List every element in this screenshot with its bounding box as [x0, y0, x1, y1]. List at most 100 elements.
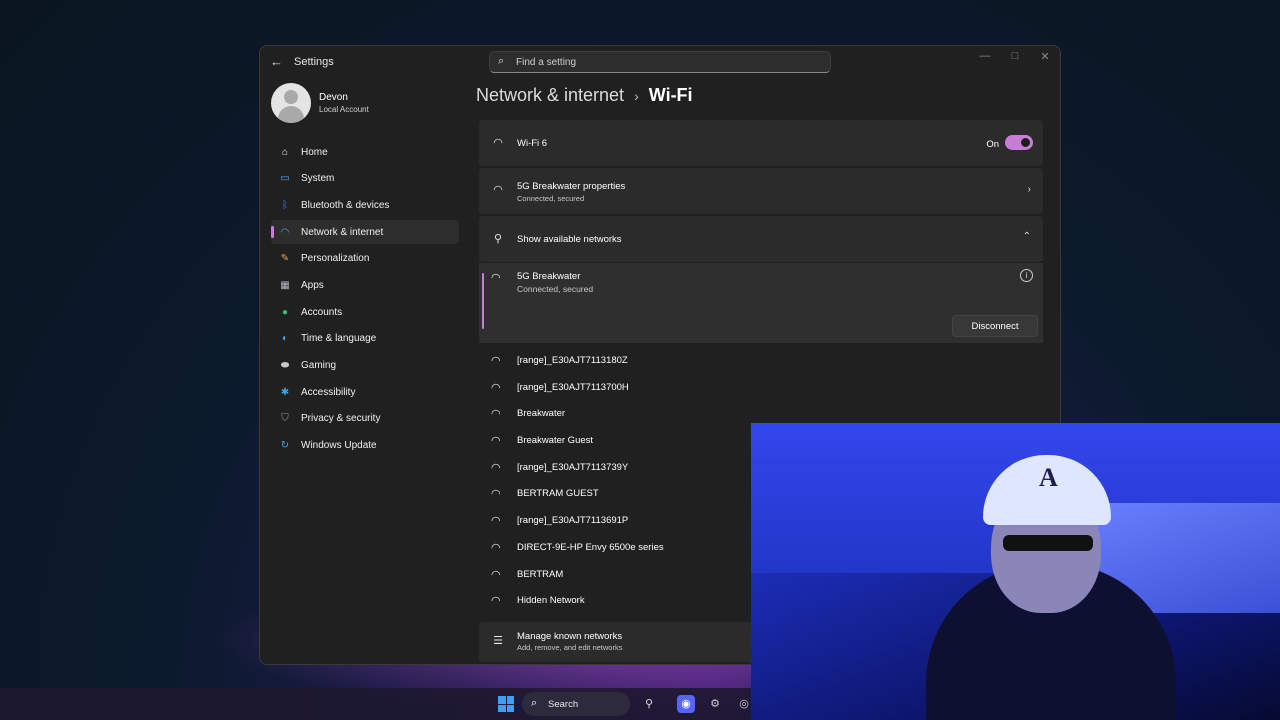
display-icon: ▭	[280, 173, 290, 185]
show-networks-label: Show available networks	[517, 234, 622, 245]
sidebar-item-label: Home	[301, 146, 328, 158]
toggle-state-label: On	[986, 139, 999, 150]
close-button[interactable]: ✕	[1030, 50, 1060, 66]
wifi-secured-icon: ◠	[493, 184, 503, 196]
minimize-button[interactable]: —	[970, 50, 1000, 66]
wifi-toggle-switch[interactable]	[1005, 135, 1033, 150]
accessibility-icon: ✱	[280, 386, 290, 398]
app-title: Settings	[294, 56, 334, 68]
sidebar-item-accounts[interactable]: ● Accounts	[271, 300, 459, 324]
sidebar-item-home[interactable]: ⌂ Home	[271, 140, 459, 164]
list-icon: ☰	[493, 635, 503, 647]
show-networks-card[interactable]: ⚲ Show available networks ⌃	[479, 216, 1043, 262]
sidebar-item-apps[interactable]: ▦ Apps	[271, 273, 459, 297]
sidebar-item-gaming[interactable]: ⬬ Gaming	[271, 354, 459, 378]
maximize-button[interactable]: □	[1000, 50, 1030, 66]
manage-title: Manage known networks	[517, 631, 623, 642]
globe-icon: ◐	[281, 333, 289, 345]
sidebar-item-time-language[interactable]: ◐ Time & language	[271, 327, 459, 351]
taskbar: ⌕ Search ⚲ ◉ ⚙ ◎	[0, 688, 751, 720]
sidebar-item-label: Apps	[301, 279, 324, 291]
wifi-icon: ◠	[280, 226, 290, 238]
sidebar-item-network-internet[interactable]: ◠ Network & internet	[271, 220, 459, 245]
sidebar-item-accessibility[interactable]: ✱ Accessibility	[271, 380, 459, 404]
search-icon: ⌕	[531, 697, 538, 709]
sidebar-item-label: Privacy & security	[301, 413, 381, 425]
info-icon[interactable]: i	[1020, 269, 1033, 282]
chevron-up-icon: ⌃	[1022, 231, 1031, 242]
user-name: Devon	[319, 92, 348, 103]
network-name: [range]_E30AJT7113700H	[517, 381, 629, 393]
user-profile[interactable]: Devon Local Account	[271, 83, 461, 123]
search-icon: ⌕	[498, 55, 505, 67]
properties-title: 5G Breakwater properties	[517, 181, 626, 192]
account-type: Local Account	[319, 105, 369, 114]
network-name: [range]_E30AJT7113739Y	[517, 461, 629, 473]
brush-icon: ✎	[280, 253, 290, 265]
wifi-icon: ◠	[491, 435, 501, 448]
wifi-icon: ◠	[491, 595, 501, 608]
wifi-toggle-card: ◠ Wi-Fi 6 On	[479, 120, 1043, 166]
wifi-icon: ◠	[491, 515, 501, 528]
network-name: DIRECT-9E-HP Envy 6500e series	[517, 541, 664, 553]
sidebar-item-label: Bluetooth & devices	[301, 199, 390, 211]
sidebar-item-system[interactable]: ▭ System	[271, 167, 459, 191]
manage-subtitle: Add, remove, and edit networks	[517, 643, 623, 652]
wifi-icon: ◠	[491, 461, 501, 474]
search-input[interactable]	[516, 54, 816, 70]
sidebar-item-label: System	[301, 173, 335, 185]
selection-indicator	[482, 273, 484, 329]
discord-icon[interactable]: ◉	[677, 695, 695, 713]
network-name: Breakwater	[517, 408, 566, 420]
network-name: BERTRAM	[517, 568, 564, 580]
network-list-item[interactable]: ◠ [range]_E30AJT7113180Z	[479, 347, 1043, 374]
gear-icon[interactable]: ⚙	[706, 695, 724, 713]
webcam-overlay: A	[751, 423, 1280, 720]
gamepad-icon: ⬬	[280, 360, 290, 371]
wifi-icon: ◠	[491, 355, 501, 367]
connected-network-item[interactable]: ◠ 5G Breakwater Connected, secured i Dis…	[479, 263, 1043, 343]
page-title: Wi-Fi	[648, 85, 693, 105]
sidebar-item-personalization[interactable]: ✎ Personalization	[271, 247, 459, 271]
chevron-right-icon: ›	[1027, 184, 1031, 195]
avatar	[271, 83, 311, 123]
breadcrumb-root[interactable]: Network & internet	[476, 85, 624, 105]
sidebar-item-label: Windows Update	[301, 440, 377, 452]
sidebar-item-label: Accounts	[301, 306, 343, 318]
network-name: [range]_E30AJT7113180Z	[517, 355, 628, 366]
apps-icon: ▦	[280, 279, 290, 291]
wifi-icon: ◠	[491, 541, 501, 554]
app-pin-icon[interactable]: ⚲	[640, 695, 658, 713]
sidebar-item-privacy-security[interactable]: ⛉ Privacy & security	[271, 407, 459, 431]
taskbar-search[interactable]: ⌕ Search	[522, 692, 630, 716]
connected-network-name: 5G Breakwater	[517, 271, 581, 282]
breadcrumb-separator-icon: ›	[634, 88, 639, 104]
network-name: BERTRAM GUEST	[517, 488, 599, 500]
start-button[interactable]	[498, 696, 514, 712]
person-icon: ●	[281, 306, 289, 318]
wifi-icon: ◠	[493, 137, 503, 149]
sidebar-nav: ⌂ Home ▭ System ᛒ Bluetooth & devices ◠ Network…	[271, 140, 459, 460]
sidebar-item-bluetooth-devices[interactable]: ᛒ Bluetooth & devices	[271, 193, 459, 217]
disconnect-button[interactable]: Disconnect	[952, 315, 1038, 337]
wifi-icon: ◠	[491, 381, 501, 394]
antenna-icon: ⚲	[493, 233, 503, 245]
sidebar-item-label: Accessibility	[301, 386, 356, 398]
sidebar-item-label: Personalization	[301, 253, 370, 265]
back-arrow-icon[interactable]: ←	[270, 54, 286, 70]
sidebar-item-windows-update[interactable]: ↻ Windows Update	[271, 434, 459, 458]
search-box[interactable]: ⌕	[489, 51, 831, 73]
network-list-item[interactable]: ◠ [range]_E30AJT7113700H	[479, 374, 1043, 401]
taskbar-search-label: Search	[548, 699, 579, 710]
connected-network-status: Connected, secured	[517, 284, 594, 294]
wifi-icon: ◠	[491, 408, 501, 421]
network-name: [range]_E30AJT7113691P	[517, 515, 629, 527]
network-properties-card[interactable]: ◠ 5G Breakwater properties Connected, se…	[479, 168, 1043, 214]
network-name: Breakwater Guest	[517, 435, 594, 447]
wifi-icon: ◠	[491, 488, 501, 501]
wifi-secured-icon: ◠	[491, 272, 501, 284]
network-name: Hidden Network	[517, 595, 585, 607]
cap-logo: A	[1039, 463, 1058, 492]
shield-icon: ⛉	[281, 413, 289, 425]
sidebar-item-label: Network & internet	[301, 226, 384, 238]
